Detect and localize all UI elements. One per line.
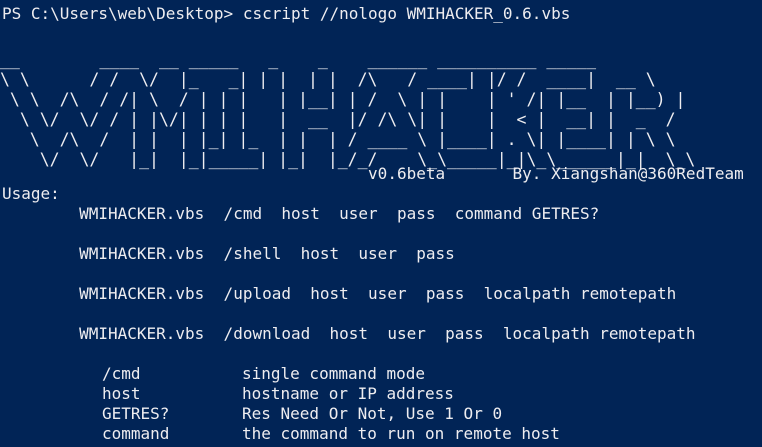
usage-cmd-line: WMIHACKER.vbs /cmd host user pass comman… bbox=[2, 204, 600, 223]
usage-label: Usage: bbox=[2, 184, 60, 203]
ascii-banner: __ ____ __ _____ _ _ ______ __________ _… bbox=[0, 50, 695, 170]
option-key-host: host bbox=[102, 384, 141, 403]
option-key-command: command bbox=[102, 424, 170, 443]
powershell-terminal[interactable]: PS C:\Users\web\Desktop> cscript //nolog… bbox=[0, 0, 762, 447]
option-desc-cmd: single command mode bbox=[242, 364, 426, 383]
command-prompt-line: PS C:\Users\web\Desktop> cscript //nolog… bbox=[2, 4, 571, 23]
usage-download-line: WMIHACKER.vbs /download host user pass l… bbox=[2, 324, 696, 343]
option-desc-getres: Res Need Or Not, Use 1 Or 0 bbox=[242, 404, 503, 423]
option-key-getres: GETRES? bbox=[102, 404, 170, 423]
banner-line-2: \ \ / / \/ |_ _| | | | | /\ / ____| |/ /… bbox=[0, 70, 656, 89]
banner-line-5: \ /\ / | | | |_| |_ | | | / ____ \ |____… bbox=[0, 130, 676, 149]
option-desc-command: the command to run on remote host bbox=[242, 424, 560, 443]
banner-line-4: \ \/ \/ / | |\/| | | | | __ |/ /\ \| | |… bbox=[0, 110, 676, 129]
usage-shell-line: WMIHACKER.vbs /shell host user pass bbox=[2, 244, 455, 263]
banner-line-3: \ \ /\ / /| \ / | | | | |__| | / \ | | |… bbox=[0, 90, 686, 109]
option-key-cmd: /cmd bbox=[102, 364, 141, 383]
version-author-line: v0.6beta By. Xiangshan@360RedTeam bbox=[2, 164, 744, 183]
option-desc-host: hostname or IP address bbox=[242, 384, 454, 403]
banner-line-1: __ ____ __ _____ _ _ ______ __________ _… bbox=[0, 50, 597, 69]
usage-upload-line: WMIHACKER.vbs /upload host user pass loc… bbox=[2, 284, 677, 303]
